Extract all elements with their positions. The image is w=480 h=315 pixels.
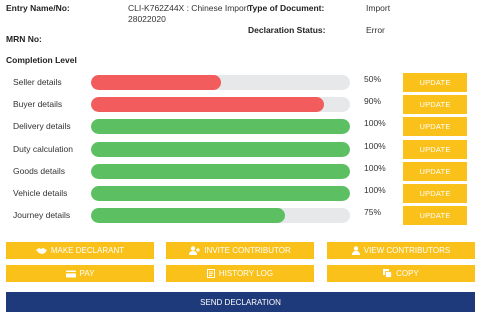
progress-fill bbox=[91, 141, 350, 157]
completion-row: Journey details 75% UPDATE bbox=[0, 206, 480, 226]
update-button[interactable]: UPDATE bbox=[403, 184, 467, 203]
pay-label: PAY bbox=[79, 269, 95, 278]
completion-percent: 100% bbox=[364, 185, 386, 195]
history-log-label: HISTORY LOG bbox=[218, 269, 274, 278]
send-declaration-button[interactable]: SEND DECLARATION bbox=[6, 292, 475, 312]
completion-row: Duty calculation 100% UPDATE bbox=[0, 139, 480, 159]
progress-fill bbox=[91, 119, 350, 135]
completion-row: Goods details 100% UPDATE bbox=[0, 161, 480, 181]
copy-icon bbox=[383, 269, 393, 278]
progress-track bbox=[91, 163, 350, 179]
completion-row-label: Duty calculation bbox=[13, 143, 74, 154]
invite-contributor-button[interactable]: INVITE CONTRIBUTOR bbox=[166, 242, 314, 259]
make-declarant-label: MAKE DECLARANT bbox=[50, 246, 125, 255]
pay-button[interactable]: PAY bbox=[6, 265, 154, 282]
copy-label: COPY bbox=[396, 269, 419, 278]
update-button[interactable]: UPDATE bbox=[403, 117, 467, 137]
completion-percent: 50% bbox=[364, 74, 382, 84]
completion-percent: 100% bbox=[364, 118, 386, 129]
progress-fill bbox=[91, 163, 350, 179]
user-plus-icon bbox=[189, 246, 201, 255]
credit-card-icon bbox=[65, 270, 76, 278]
declaration-status-value: Error bbox=[366, 25, 385, 35]
invite-contributor-label: INVITE CONTRIBUTOR bbox=[204, 246, 291, 255]
completion-level-title: Completion Level bbox=[6, 55, 77, 65]
entry-name-label: Entry Name/No: bbox=[6, 3, 70, 13]
completion-row-label: Vehicle details bbox=[13, 188, 68, 198]
entry-name-value-line2: 28022020 bbox=[128, 14, 166, 24]
update-button[interactable]: UPDATE bbox=[403, 161, 467, 181]
document-type-value: Import bbox=[366, 3, 391, 13]
make-declarant-button[interactable]: MAKE DECLARANT bbox=[6, 242, 154, 259]
update-button[interactable]: UPDATE bbox=[403, 73, 467, 92]
document-type-label: Type of Document: bbox=[248, 3, 325, 13]
progress-fill bbox=[91, 208, 286, 224]
copy-button[interactable]: COPY bbox=[327, 265, 475, 282]
view-contributors-button[interactable]: VIEW CONTRIBUTORS bbox=[327, 242, 475, 259]
progress-track bbox=[91, 119, 350, 135]
view-contributors-label: VIEW CONTRIBUTORS bbox=[363, 246, 451, 255]
entry-name-value: CLI-K762Z44X : Chinese Import 28022020 bbox=[128, 3, 249, 25]
completion-row: Delivery details 100% UPDATE bbox=[0, 117, 480, 137]
completion-percent: 90% bbox=[364, 96, 382, 107]
completion-row-label: Seller details bbox=[13, 77, 62, 87]
progress-track bbox=[91, 97, 350, 113]
progress-fill bbox=[91, 186, 350, 201]
completion-row-label: Buyer details bbox=[13, 99, 63, 110]
send-declaration-label: SEND DECLARATION bbox=[200, 297, 281, 307]
entry-name-value-line1: CLI-K762Z44X : Chinese Import bbox=[128, 3, 249, 13]
completion-row: Vehicle details 100% UPDATE bbox=[0, 184, 480, 203]
user-icon bbox=[351, 246, 360, 255]
progress-track bbox=[91, 75, 350, 90]
progress-track bbox=[91, 141, 350, 157]
declaration-status-label: Declaration Status: bbox=[248, 25, 326, 35]
update-button[interactable]: UPDATE bbox=[403, 206, 467, 226]
progress-fill bbox=[91, 97, 325, 113]
completion-row: Seller details 50% UPDATE bbox=[0, 73, 480, 92]
completion-row-label: Goods details bbox=[13, 165, 65, 176]
completion-percent: 100% bbox=[364, 162, 386, 173]
handshake-icon bbox=[35, 247, 47, 255]
progress-track bbox=[91, 208, 350, 224]
history-log-button[interactable]: HISTORY LOG bbox=[166, 265, 314, 282]
completion-percent: 100% bbox=[364, 140, 386, 151]
completion-percent: 75% bbox=[364, 207, 382, 218]
progress-fill bbox=[91, 75, 221, 90]
document-icon bbox=[206, 269, 215, 278]
update-button[interactable]: UPDATE bbox=[403, 95, 467, 115]
completion-row-label: Journey details bbox=[13, 210, 71, 221]
completion-row: Buyer details 90% UPDATE bbox=[0, 95, 480, 115]
completion-row-label: Delivery details bbox=[13, 121, 71, 132]
update-button[interactable]: UPDATE bbox=[403, 139, 467, 159]
mrn-label: MRN No: bbox=[6, 34, 42, 44]
progress-track bbox=[91, 186, 350, 201]
